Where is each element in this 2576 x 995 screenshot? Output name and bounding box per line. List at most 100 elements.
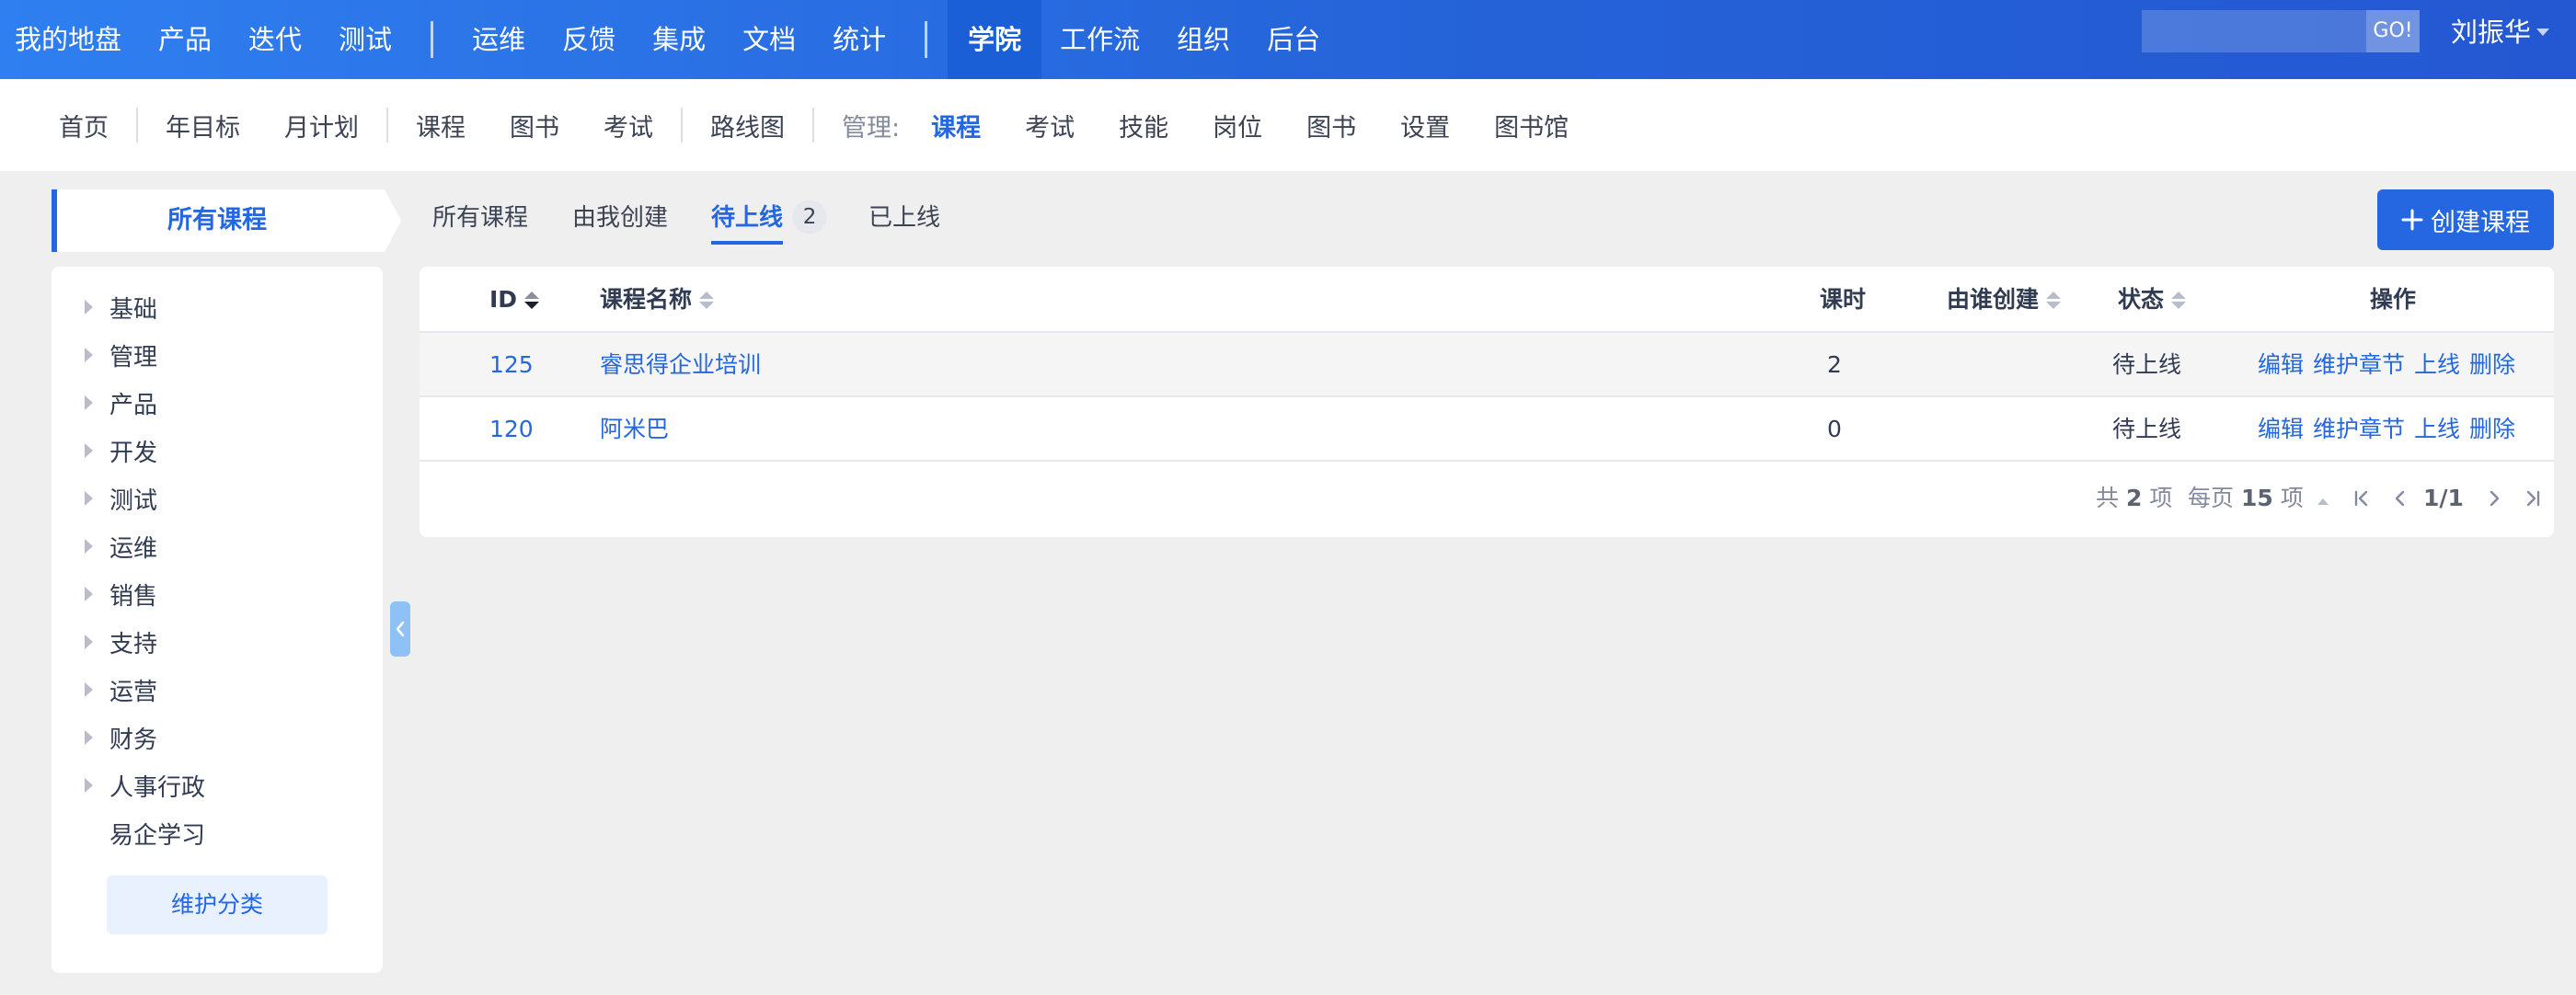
caret-right-icon <box>85 300 93 315</box>
tree-item-basic[interactable]: 基础 <box>52 289 157 326</box>
tree-item-sales[interactable]: 销售 <box>52 576 157 612</box>
nav-my-dashboard[interactable]: 我的地盘 <box>0 0 140 79</box>
pager-last-button[interactable] <box>2517 471 2548 526</box>
tree-item-hr-admin[interactable]: 人事行政 <box>52 767 205 804</box>
nav-organization[interactable]: 组织 <box>1158 0 1248 79</box>
sidebar-title-tab[interactable]: 所有课程 <box>52 189 401 252</box>
tree-item-product[interactable]: 产品 <box>52 384 157 421</box>
subnav-divider <box>812 108 814 143</box>
subnav-divider <box>136 108 138 143</box>
edit-link[interactable]: 编辑 <box>2258 333 2304 397</box>
nav-test[interactable]: 测试 <box>320 0 410 79</box>
pager-prev-button[interactable] <box>2385 471 2416 526</box>
caret-right-icon <box>85 491 93 506</box>
subnav-manage-exams[interactable]: 考试 <box>1003 108 1097 143</box>
publish-link[interactable]: 上线 <box>2414 333 2460 397</box>
column-header-id[interactable]: ID <box>489 267 540 333</box>
tree-item-label: 财务 <box>109 726 158 754</box>
nav-docs[interactable]: 文档 <box>724 0 814 79</box>
subnav-home[interactable]: 首页 <box>37 108 131 143</box>
nav-workflow[interactable]: 工作流 <box>1041 0 1158 79</box>
column-header-label: 由谁创建 <box>1947 286 2040 313</box>
tab-online[interactable]: 已上线 <box>868 195 940 241</box>
pager-per-page-select[interactable]: 每页 15 项 <box>2188 471 2329 526</box>
pager-next-button[interactable] <box>2478 471 2510 526</box>
course-name-link[interactable]: 阿米巴 <box>600 397 669 462</box>
subnav-manage-skills[interactable]: 技能 <box>1097 108 1190 143</box>
publish-link[interactable]: 上线 <box>2414 397 2460 462</box>
user-menu[interactable]: 刘振华 <box>2451 0 2550 64</box>
sort-icon <box>2046 291 2062 309</box>
course-id-link[interactable]: 125 <box>489 333 534 397</box>
subnav-courses[interactable]: 课程 <box>394 108 488 143</box>
category-tree: 基础 管理 产品 开发 测试 运维 销售 支持 运营 财务 人事行政 易企学习 … <box>52 267 383 973</box>
subnav-monthly-plan[interactable]: 月计划 <box>262 108 381 143</box>
nav-ops[interactable]: 运维 <box>454 0 544 79</box>
sort-icon <box>524 291 540 309</box>
tab-all-courses[interactable]: 所有课程 <box>432 195 528 241</box>
subnav-exams[interactable]: 考试 <box>581 108 675 143</box>
nav-stats[interactable]: 统计 <box>814 0 904 79</box>
caret-right-icon <box>85 730 93 745</box>
search-go-button[interactable]: GO! <box>2366 10 2420 52</box>
course-name-link[interactable]: 睿思得企业培训 <box>600 333 761 397</box>
subnav-manage-settings[interactable]: 设置 <box>1378 108 1472 143</box>
delete-link[interactable]: 删除 <box>2469 397 2515 462</box>
subnav-yearly-goal[interactable]: 年目标 <box>144 108 262 143</box>
subnav-manage-books[interactable]: 图书 <box>1284 108 1378 143</box>
table-row: 120 阿米巴 0 待上线 编辑 维护章节 上线 删除 <box>420 397 2554 462</box>
create-course-button[interactable]: 创建课程 <box>2377 189 2554 250</box>
create-course-label: 创建课程 <box>2431 208 2530 237</box>
caret-right-icon <box>85 682 93 697</box>
tree-item-yiqi-learning[interactable]: 易企学习 <box>52 815 205 852</box>
caret-right-icon <box>85 395 93 410</box>
column-header-actions: 操作 <box>2370 267 2416 333</box>
tree-item-support[interactable]: 支持 <box>52 623 157 660</box>
nav-feedback[interactable]: 反馈 <box>544 0 634 79</box>
subnav-manage-label: 管理: <box>842 113 901 143</box>
column-header-hours: 课时 <box>1820 267 1866 333</box>
maintain-chapters-link[interactable]: 维护章节 <box>2313 333 2405 397</box>
course-id-link[interactable]: 120 <box>489 397 534 462</box>
nav-iteration[interactable]: 迭代 <box>230 0 320 79</box>
subnav-manage-courses[interactable]: 课程 <box>909 108 1003 143</box>
column-header-status[interactable]: 状态 <box>2118 267 2187 333</box>
caret-down-icon <box>2536 29 2550 36</box>
caret-right-icon <box>85 348 93 362</box>
chevron-left-icon <box>2395 490 2405 507</box>
sort-icon <box>699 291 715 309</box>
tab-created-by-me[interactable]: 由我创建 <box>572 195 668 241</box>
tab-pending[interactable]: 待上线 2 <box>711 195 828 245</box>
subnav-roadmap[interactable]: 路线图 <box>688 108 807 143</box>
pager-first-button[interactable] <box>2346 471 2377 526</box>
tree-item-label: 管理 <box>109 343 158 372</box>
nav-integration[interactable]: 集成 <box>634 0 724 79</box>
sub-navigation: 首页 年目标 月计划 课程 图书 考试 路线图 管理: 课程 考试 技能 岗位 … <box>0 79 2576 171</box>
subnav-books[interactable]: 图书 <box>488 108 581 143</box>
pager-total: 共 2 项 <box>2096 485 2173 511</box>
subnav-manage-library[interactable]: 图书馆 <box>1472 108 1591 143</box>
maintain-chapters-link[interactable]: 维护章节 <box>2313 397 2405 462</box>
search-input[interactable] <box>2142 10 2366 52</box>
column-header-label: 课程名称 <box>600 286 693 313</box>
tree-item-ops[interactable]: 运维 <box>52 528 157 565</box>
tree-item-development[interactable]: 开发 <box>52 432 157 469</box>
tree-item-label: 开发 <box>109 439 158 467</box>
nav-admin[interactable]: 后台 <box>1248 0 1339 79</box>
nav-product[interactable]: 产品 <box>140 0 230 79</box>
tree-item-label: 测试 <box>109 486 158 515</box>
tree-item-management[interactable]: 管理 <box>52 337 157 373</box>
tree-item-testing[interactable]: 测试 <box>52 480 157 517</box>
nav-academy[interactable]: 学院 <box>948 0 1042 79</box>
sidebar-collapse-handle[interactable] <box>390 601 410 657</box>
tab-pending-count-badge: 2 <box>792 200 828 234</box>
chevron-right-icon <box>2490 490 2500 507</box>
maintain-categories-button[interactable]: 维护分类 <box>107 875 328 934</box>
edit-link[interactable]: 编辑 <box>2258 397 2304 462</box>
subnav-manage-positions[interactable]: 岗位 <box>1190 108 1284 143</box>
delete-link[interactable]: 删除 <box>2469 333 2515 397</box>
tree-item-finance[interactable]: 财务 <box>52 719 157 756</box>
column-header-creator[interactable]: 由谁创建 <box>1947 267 2062 333</box>
tree-item-operations[interactable]: 运营 <box>52 671 157 708</box>
column-header-name[interactable]: 课程名称 <box>600 267 715 333</box>
